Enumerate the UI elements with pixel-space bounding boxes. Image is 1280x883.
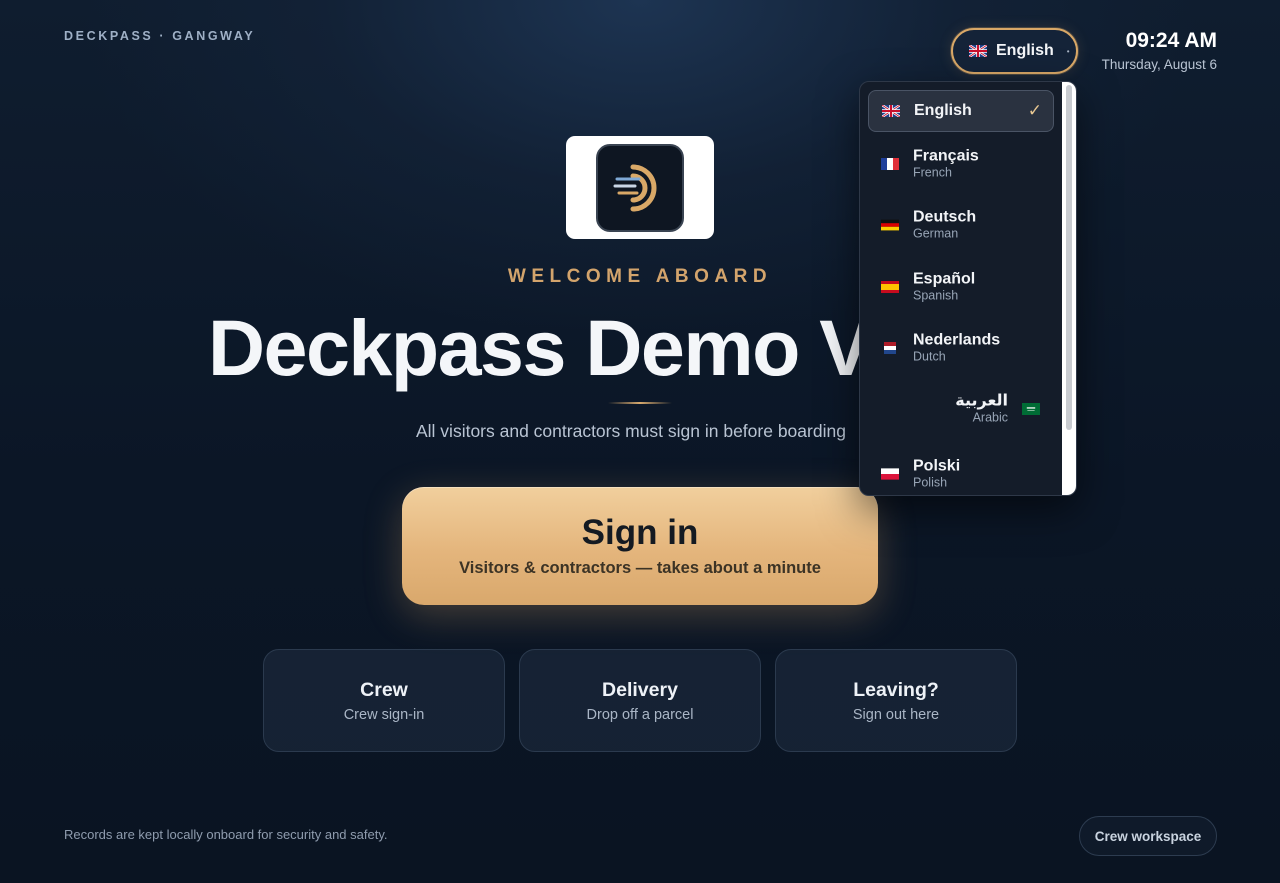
language-english-name: Spanish: [913, 288, 959, 303]
secondary-actions: Crew Crew sign-in Delivery Drop off a pa…: [263, 649, 1017, 752]
page-subtitle: All visitors and contractors must sign i…: [416, 421, 846, 441]
language-selector-label: English: [996, 42, 1054, 59]
language-native-name: English: [914, 102, 972, 119]
language-option-arabic[interactable]: العربية Arabic: [868, 388, 1054, 430]
language-english-name: German: [913, 226, 959, 241]
language-native-name: Deutsch: [913, 208, 977, 226]
logo: [566, 136, 714, 239]
caret-icon: •: [1066, 46, 1070, 56]
language-list: English ✓ Français French Deutsch German…: [860, 82, 1064, 495]
clock-date: Thursday, August 6: [1101, 57, 1217, 72]
uk-flag-icon: [969, 45, 987, 57]
language-english-name: Arabic: [972, 410, 1008, 425]
language-native-name: Français: [913, 147, 979, 165]
poland-flag-icon: [881, 468, 899, 480]
language-native-name: العربية: [955, 392, 1008, 410]
language-native-name: Español: [913, 270, 976, 288]
tile-title: Leaving?: [853, 679, 939, 701]
language-english-name: Dutch: [913, 349, 946, 364]
sign-in-label: Sign in: [581, 513, 699, 552]
saudi-flag-icon: [1022, 403, 1040, 415]
crew-workspace-button[interactable]: Crew workspace: [1079, 816, 1217, 856]
germany-flag-icon: [881, 219, 899, 231]
crew-tile[interactable]: Crew Crew sign-in: [263, 649, 505, 752]
title-divider: [608, 402, 672, 404]
language-dropdown: English ✓ Français French Deutsch German…: [859, 81, 1077, 496]
language-english-name: French: [913, 165, 952, 180]
language-selector-button[interactable]: English •: [951, 28, 1078, 74]
dropdown-scrollbar[interactable]: [1062, 82, 1076, 495]
brand-label: DECKPASS · GANGWAY: [64, 29, 256, 43]
language-option-english[interactable]: English ✓: [868, 90, 1054, 132]
tile-subtitle: Drop off a parcel: [586, 707, 694, 723]
language-option-spanish[interactable]: Español Spanish: [868, 266, 1054, 308]
language-option-french[interactable]: Français French: [868, 143, 1054, 185]
welcome-eyebrow: WELCOME ABOARD: [507, 266, 773, 287]
language-native-name: Polski: [913, 457, 961, 475]
clock-time: 09:24 AM: [1125, 29, 1217, 52]
tile-subtitle: Crew sign-in: [343, 707, 425, 723]
language-option-german[interactable]: Deutsch German: [868, 204, 1054, 246]
deckpass-logo-icon: [596, 143, 684, 232]
uk-flag-icon: [882, 105, 900, 117]
page-title: Deckpass Demo V: [208, 303, 872, 392]
language-option-polish[interactable]: Polski Polish: [868, 453, 1054, 495]
tile-subtitle: Sign out here: [852, 707, 940, 723]
language-option-dutch[interactable]: Nederlands Dutch: [868, 327, 1054, 369]
clock: 09:24 AM Thursday, August 6: [1102, 28, 1217, 72]
scrollbar-thumb[interactable]: [1066, 85, 1072, 430]
sign-in-button[interactable]: Sign in Visitors & contractors — takes a…: [402, 487, 878, 605]
check-icon: ✓: [1027, 101, 1042, 120]
spain-flag-icon: [881, 281, 899, 293]
tile-title: Crew: [360, 679, 408, 701]
leaving-tile[interactable]: Leaving? Sign out here: [775, 649, 1017, 752]
netherlands-flag-icon: [881, 342, 899, 354]
sign-in-sublabel: Visitors & contractors — takes about a m…: [459, 559, 821, 577]
france-flag-icon: [881, 158, 899, 170]
language-native-name: Nederlands: [913, 331, 1001, 349]
delivery-tile[interactable]: Delivery Drop off a parcel: [519, 649, 761, 752]
privacy-footnote: Records are kept locally onboard for sec…: [64, 827, 388, 842]
tile-title: Delivery: [602, 679, 678, 701]
language-english-name: Polish: [913, 475, 948, 490]
